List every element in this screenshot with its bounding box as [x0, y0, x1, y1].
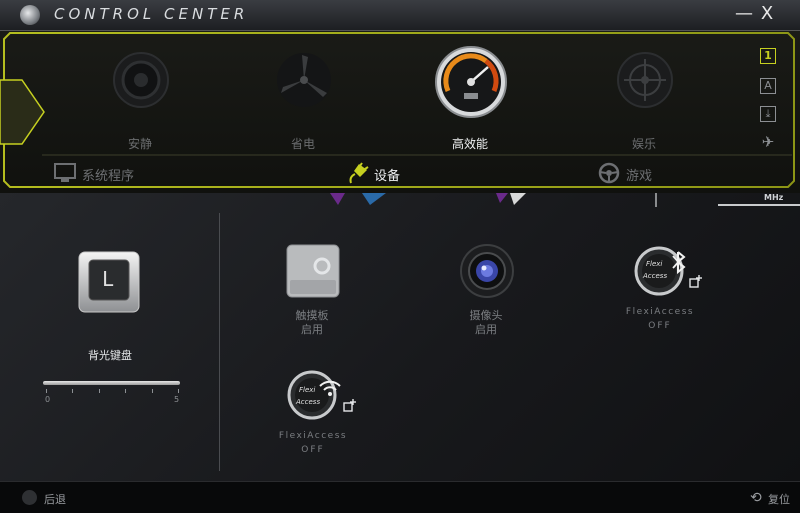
flexiaccess-bluetooth-toggle[interactable]: Flexi Access FlexiAccess OFF [600, 244, 720, 344]
back-label: 后退 [44, 493, 66, 506]
close-button[interactable]: X [755, 2, 779, 26]
decorative-stripes [330, 193, 800, 207]
camera-icon [460, 244, 514, 298]
logo-text-flexi: Flexi [646, 260, 663, 268]
app-title: CONTROL CENTER [54, 5, 249, 23]
mode-label: 安静 [127, 137, 152, 151]
slider-track[interactable] [43, 381, 180, 385]
fan-icon [275, 51, 333, 109]
slider-ticks [46, 389, 179, 393]
external-launch-icon[interactable] [689, 274, 703, 288]
tab-label: 游戏 [626, 169, 653, 184]
tab-label: 设备 [374, 169, 401, 184]
key-letter: L [102, 267, 115, 291]
divider [219, 213, 220, 471]
speedometer-icon [434, 45, 508, 119]
mode-entertainment[interactable]: 娱乐 [594, 45, 694, 151]
logo-text-flexi: Flexi [299, 386, 316, 394]
device-state: OFF [301, 445, 325, 455]
flexiaccess-wifi-toggle[interactable]: Flexi Access FlexiAccess OFF [253, 368, 373, 468]
mode-high-performance[interactable]: 高效能 [420, 45, 520, 151]
device-state: 启用 [301, 323, 323, 336]
mode-panel: 安静 省电 高效能 娱乐 1 A ⤓ ✈ 系统程序 设备 游戏 [0, 31, 800, 193]
title-bar: CONTROL CENTER — X [0, 0, 800, 31]
airplane-icon[interactable]: ✈ [760, 135, 776, 151]
app-logo-icon [20, 5, 40, 25]
plug-icon [349, 162, 369, 184]
device-name: FlexiAccess [625, 307, 695, 317]
mode-label: 高效能 [451, 137, 488, 151]
mode-quiet[interactable]: 安静 [90, 45, 190, 151]
steering-wheel-icon [598, 162, 620, 184]
logo-text-access: Access [643, 272, 668, 280]
minimize-button[interactable]: — [732, 2, 756, 26]
external-launch-icon[interactable] [343, 398, 357, 412]
mode-label: 省电 [290, 137, 315, 151]
reset-label: 复位 [768, 493, 790, 506]
slider-max-label: 5 [174, 395, 180, 404]
slider-min-label: 0 [45, 395, 51, 404]
touchpad-toggle[interactable]: 触摸板 启用 [252, 244, 372, 344]
keyboard-key-icon[interactable]: L [78, 251, 140, 313]
backlight-slider[interactable]: 0 5 [43, 381, 180, 411]
device-state: OFF [648, 321, 672, 331]
monitor-icon [54, 163, 76, 182]
power-modes: 安静 省电 高效能 娱乐 [0, 31, 800, 151]
category-nav: 系统程序 设备 游戏 [0, 155, 800, 191]
device-state: 启用 [475, 323, 497, 336]
speaker-icon [112, 51, 170, 109]
auto-icon[interactable]: A [760, 78, 776, 94]
cpu-frequency-unit: MHz [764, 193, 784, 202]
refresh-icon: ⟲ [750, 490, 762, 506]
download-icon[interactable]: ⤓ [760, 106, 776, 122]
logo-text-access: Access [296, 398, 321, 406]
devices-panel: MHz L 背光键盘 0 5 触摸板 启用 摄像头 启用 Flexi Acces… [0, 193, 800, 481]
flexiaccess-wifi-icon: Flexi Access [287, 368, 341, 422]
profile-1-icon[interactable]: 1 [760, 48, 776, 64]
mode-power-saving[interactable]: 省电 [253, 45, 353, 151]
camera-toggle[interactable]: 摄像头 启用 [426, 244, 546, 344]
keyboard-backlight-label: 背光键盘 [88, 349, 132, 362]
tab-label: 系统程序 [82, 169, 135, 184]
touchpad-icon [286, 244, 340, 298]
mode-label: 娱乐 [631, 137, 656, 151]
target-icon [616, 51, 674, 109]
bottom-bar: 后退 ⟲ 复位 [0, 481, 800, 513]
back-icon [22, 490, 37, 505]
flexiaccess-bluetooth-icon: Flexi Access [634, 244, 688, 298]
device-name: FlexiAccess [278, 431, 348, 441]
